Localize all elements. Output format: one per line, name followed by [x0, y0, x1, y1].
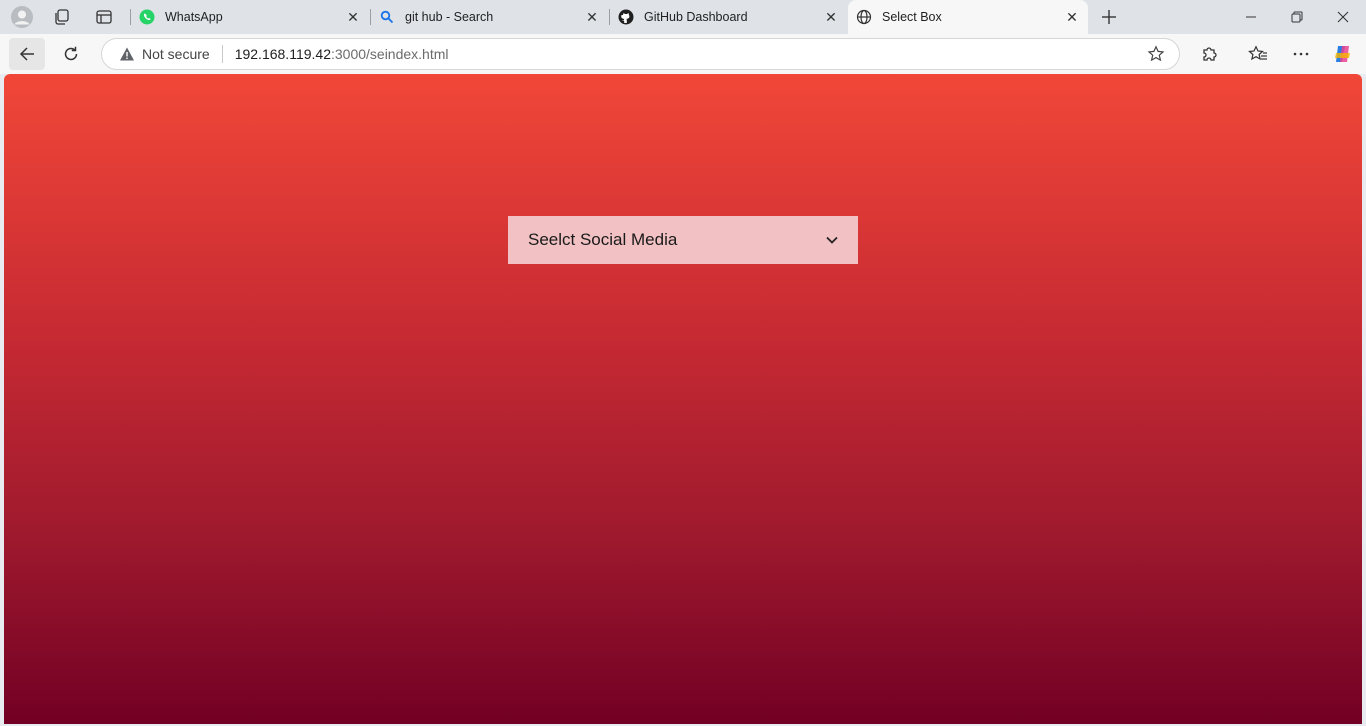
new-tab-icon[interactable] [1094, 3, 1124, 31]
url-path: :3000/seindex.html [330, 46, 449, 62]
chevron-down-icon [824, 232, 840, 248]
close-window-icon[interactable] [1320, 0, 1366, 34]
close-tab-icon[interactable]: ✕ [1062, 7, 1082, 27]
select-selected-value: Seelct Social Media [528, 230, 678, 249]
search-icon [379, 9, 395, 25]
tab-title: Select Box [882, 10, 942, 24]
minimize-icon[interactable] [1228, 0, 1274, 34]
tab-strip: WhatsApp ✕ git hub - Search ✕ GitHub Das… [0, 0, 1366, 34]
restore-icon[interactable] [1274, 0, 1320, 34]
url-host: 192.168.119.42 [234, 46, 331, 62]
tab-github-dashboard[interactable]: GitHub Dashboard ✕ [610, 0, 847, 34]
tab-title: WhatsApp [165, 10, 223, 24]
tab-title: git hub - Search [405, 10, 494, 24]
url-text[interactable]: 192.168.119.42:3000/seindex.html [235, 46, 449, 62]
profile-avatar-icon[interactable] [7, 3, 37, 31]
close-tab-icon[interactable]: ✕ [343, 7, 363, 27]
address-separator [221, 45, 223, 63]
tab-title: GitHub Dashboard [644, 10, 748, 24]
refresh-button[interactable] [53, 38, 89, 70]
security-label[interactable]: Not secure [142, 46, 210, 62]
extensions-icon[interactable] [1192, 38, 1226, 70]
copilot-icon[interactable] [1326, 38, 1360, 70]
favorite-star-icon[interactable] [1147, 45, 1165, 68]
github-icon [618, 9, 634, 25]
back-button[interactable] [9, 38, 45, 70]
page-viewport: Seelct Social Media [4, 74, 1362, 724]
social-media-select[interactable]: Seelct Social Media [508, 216, 858, 264]
workspaces-icon[interactable] [47, 3, 77, 31]
tab-select-box[interactable]: Select Box ✕ [848, 0, 1088, 34]
tab-whatsapp[interactable]: WhatsApp ✕ [131, 0, 369, 34]
warning-icon[interactable] [118, 45, 136, 63]
address-bar[interactable]: Not secure 192.168.119.42:3000/seindex.h… [101, 38, 1180, 70]
close-tab-icon[interactable]: ✕ [582, 7, 602, 27]
tab-github-search[interactable]: git hub - Search ✕ [371, 0, 608, 34]
close-tab-icon[interactable]: ✕ [821, 7, 841, 27]
globe-icon [856, 9, 872, 25]
favorites-icon[interactable] [1241, 38, 1275, 70]
browser-toolbar: Not secure 192.168.119.42:3000/seindex.h… [0, 34, 1366, 74]
more-options-icon[interactable] [1284, 38, 1318, 70]
whatsapp-icon [139, 9, 155, 25]
tab-actions-icon[interactable] [89, 3, 119, 31]
